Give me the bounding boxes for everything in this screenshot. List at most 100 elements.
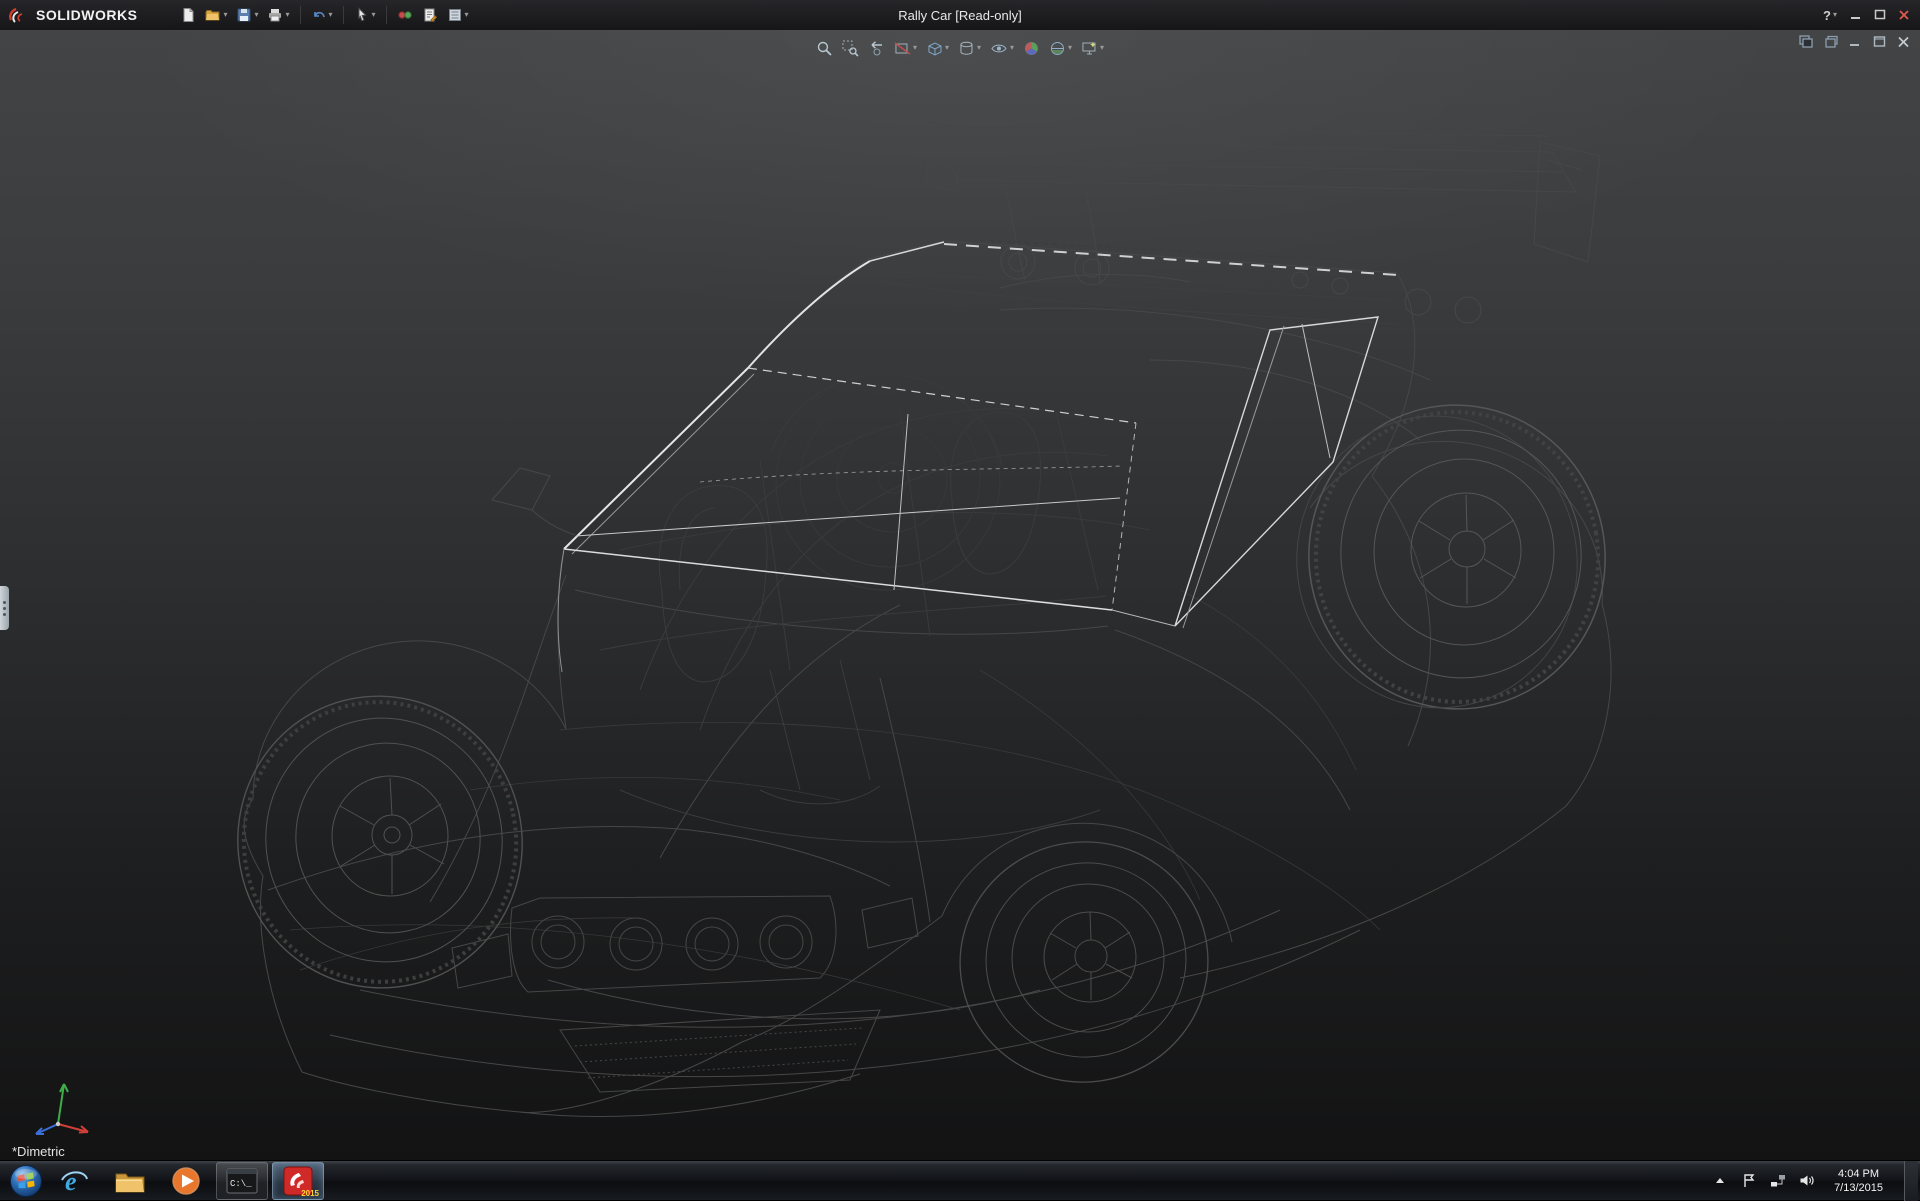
undo-arrow-icon (311, 7, 327, 23)
front-right-wheel (945, 826, 1224, 1098)
previous-view-icon (868, 40, 885, 57)
file-properties-button[interactable] (419, 3, 441, 27)
hide-show-items-button[interactable]: ▾ (988, 35, 1016, 61)
view-settings-button[interactable]: ▾ (1079, 35, 1106, 61)
doc-new-window-button[interactable] (1799, 35, 1813, 48)
volume-button[interactable] (1797, 1168, 1817, 1194)
taskbar-item-internet-explorer[interactable]: e (48, 1162, 100, 1200)
rear-right-wheel (1274, 382, 1629, 733)
toolbar-separator (386, 6, 387, 24)
taskbar-item-windows-explorer[interactable] (104, 1162, 156, 1200)
scene-globe-icon (1049, 40, 1066, 57)
windows-start-icon (9, 1164, 43, 1198)
taskbar-item-command-prompt[interactable]: C:\_ (216, 1162, 268, 1200)
rebuild-button[interactable] (394, 3, 416, 27)
doc-maximize-button[interactable] (1873, 35, 1886, 48)
chevron-down-icon: ▾ (945, 44, 949, 52)
folder-icon (114, 1168, 146, 1194)
undo-button[interactable]: ▾ (308, 3, 336, 27)
zoom-to-fit-icon (816, 40, 833, 57)
svg-text:C:\_: C:\_ (230, 1179, 252, 1189)
eye-icon (990, 40, 1008, 57)
maximize-button[interactable] (1874, 9, 1886, 21)
zoom-to-area-icon (842, 40, 859, 57)
select-button[interactable]: ▾ (351, 3, 379, 27)
chevron-down-icon: ▾ (1010, 44, 1014, 52)
media-player-icon (171, 1166, 201, 1196)
new-document-icon (180, 7, 196, 23)
apply-scene-button[interactable]: ▾ (1047, 35, 1074, 61)
document-title: Rally Car [Read-only] (898, 8, 1022, 23)
graphics-area[interactable]: ▾ ▾ ▾ ▾ (0, 30, 1920, 1160)
chevron-down-icon: ▾ (223, 11, 227, 19)
action-center-button[interactable] (1739, 1168, 1759, 1194)
solidworks-version-badge: 2015 (301, 1189, 319, 1198)
file-properties-icon (422, 7, 438, 23)
chevron-down-icon: ▾ (913, 44, 917, 52)
taskbar: e C:\_ 2015 (0, 1160, 1920, 1200)
chevron-down-icon: ▾ (285, 11, 289, 19)
network-icon (1770, 1173, 1786, 1188)
minimize-button[interactable] (1850, 9, 1862, 21)
solidworks-logo-icon (8, 6, 30, 24)
taskbar-clock[interactable]: 4:04 PM 7/13/2015 (1826, 1167, 1891, 1195)
toolbar-separator (343, 6, 344, 24)
front-left-wheel (211, 670, 550, 1015)
featuremanager-splitter-handle[interactable] (0, 586, 9, 630)
titlebar: SOLIDWORKS ▾ ▾ (0, 0, 1920, 30)
print-button[interactable]: ▾ (264, 3, 292, 27)
main-toolbar: ▾ ▾ ▾ ▾ ▾ (177, 3, 471, 27)
save-button[interactable]: ▾ (233, 3, 261, 27)
chevron-down-icon: ▾ (329, 11, 333, 19)
logo-text: SOLIDWORKS (36, 7, 137, 23)
previous-view-button[interactable] (866, 35, 887, 61)
save-floppy-icon (236, 7, 252, 23)
solidworks-logo: SOLIDWORKS (0, 6, 151, 24)
chevron-down-icon: ▾ (977, 44, 981, 52)
rally-car-wireframe (0, 30, 1920, 1160)
close-button[interactable] (1898, 9, 1910, 21)
section-view-button[interactable]: ▾ (892, 35, 919, 61)
view-cube-icon (926, 40, 943, 57)
chevron-down-icon: ▾ (254, 11, 258, 19)
rebuild-icon (397, 7, 413, 23)
network-button[interactable] (1768, 1168, 1788, 1194)
chevron-down-icon: ▾ (372, 11, 376, 19)
doc-close-button[interactable] (1897, 35, 1910, 48)
doc-restore-button[interactable] (1824, 35, 1838, 48)
up-arrow-icon (1716, 1178, 1724, 1183)
chevron-down-icon: ▾ (1068, 44, 1072, 52)
new-button[interactable] (177, 3, 199, 27)
open-button[interactable]: ▾ (202, 3, 230, 27)
doc-minimize-button[interactable] (1849, 35, 1862, 48)
taskbar-item-media-player[interactable] (160, 1162, 212, 1200)
toolbar-separator (300, 6, 301, 24)
document-window-controls (1799, 35, 1910, 48)
clock-date: 7/13/2015 (1834, 1181, 1883, 1195)
zoom-to-fit-button[interactable] (814, 35, 835, 61)
options-button[interactable]: ▾ (444, 3, 472, 27)
taskbar-item-solidworks[interactable]: 2015 (272, 1162, 324, 1200)
chevron-down-icon: ▾ (465, 11, 469, 19)
command-prompt-icon: C:\_ (226, 1168, 258, 1194)
show-desktop-button[interactable] (1904, 1161, 1918, 1201)
display-style-button[interactable]: ▾ (956, 35, 983, 61)
appearance-ball-icon (1023, 40, 1040, 57)
show-hidden-icons-button[interactable] (1710, 1168, 1730, 1194)
view-settings-icon (1081, 40, 1098, 57)
view-orientation-label: *Dimetric (12, 1144, 65, 1159)
chevron-down-icon: ▾ (1833, 11, 1837, 19)
view-orientation-button[interactable]: ▾ (924, 35, 951, 61)
section-view-icon (894, 40, 911, 57)
chevron-down-icon: ▾ (1100, 44, 1104, 52)
display-style-icon (958, 40, 975, 57)
zoom-to-area-button[interactable] (840, 35, 861, 61)
clock-time: 4:04 PM (1834, 1167, 1883, 1181)
start-button[interactable] (6, 1161, 46, 1201)
svg-text:e: e (65, 1167, 77, 1196)
internet-explorer-icon: e (59, 1166, 89, 1196)
edit-appearance-button[interactable] (1021, 35, 1042, 61)
speaker-icon (1799, 1173, 1815, 1188)
select-cursor-icon (354, 7, 370, 23)
help-button[interactable]: ? ▾ (1820, 3, 1840, 27)
